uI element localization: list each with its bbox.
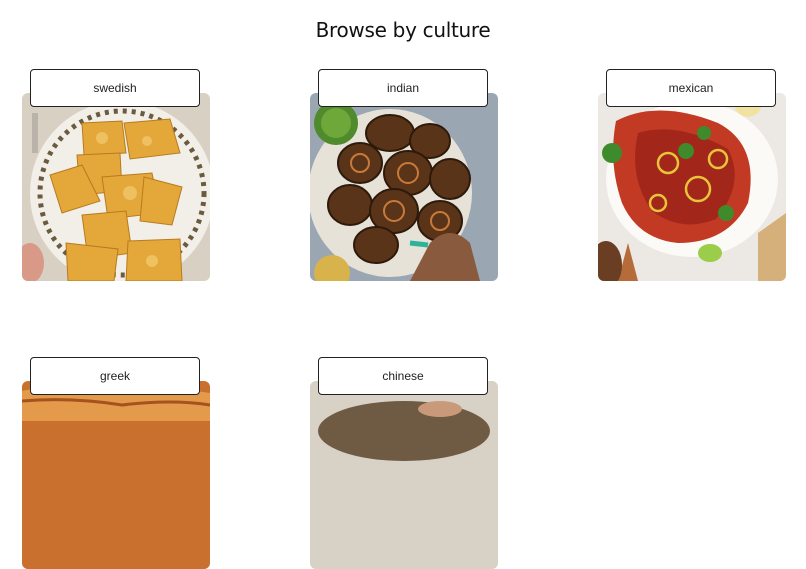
culture-button-chinese[interactable]: chinese (318, 357, 488, 395)
swedish-dish-photo-icon[interactable] (22, 93, 210, 281)
culture-button-indian[interactable]: indian (318, 69, 488, 107)
culture-button-swedish[interactable]: swedish (30, 69, 200, 107)
page-title: Browse by culture (315, 18, 491, 42)
indian-dish-photo-icon[interactable] (310, 93, 498, 281)
mexican-dish-photo-icon[interactable] (598, 93, 786, 281)
culture-button-mexican[interactable]: mexican (606, 69, 776, 107)
greek-dish-photo-icon[interactable] (22, 381, 210, 569)
culture-button-greek[interactable]: greek (30, 357, 200, 395)
chinese-dish-photo-icon[interactable] (310, 381, 498, 569)
